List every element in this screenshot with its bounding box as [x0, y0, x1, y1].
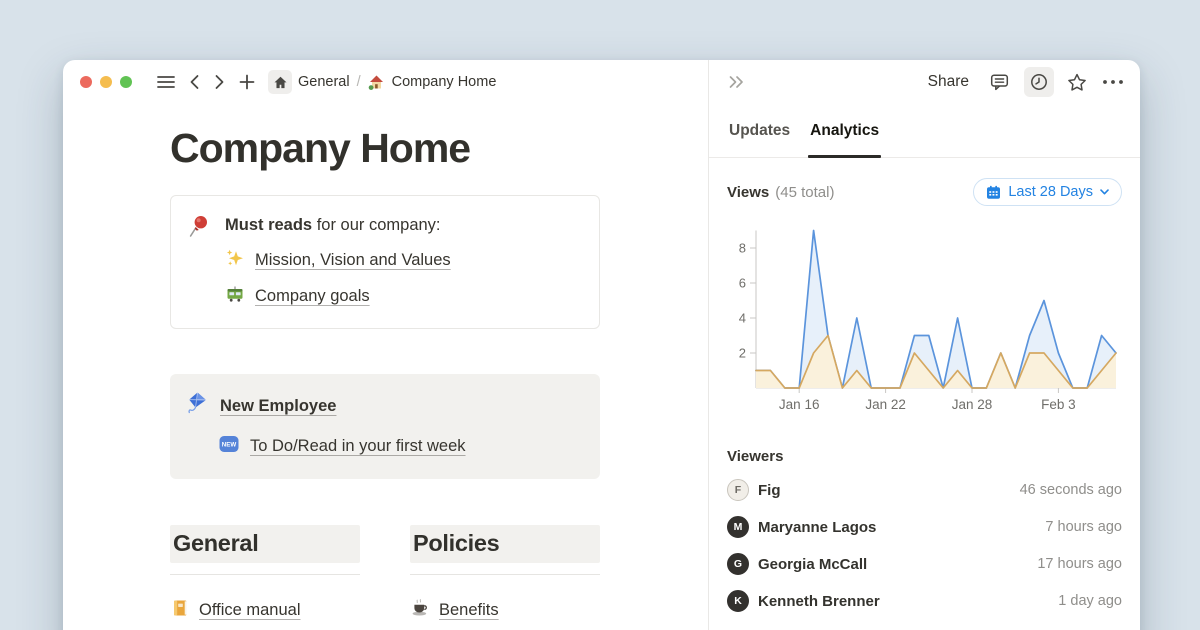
- mission-vision-values-link[interactable]: Mission, Vision and Values: [255, 251, 451, 270]
- pushpin-icon: [186, 213, 212, 309]
- share-button[interactable]: Share: [928, 73, 969, 91]
- y-tick-label: 2: [739, 346, 746, 361]
- viewer-name: Maryanne Lagos: [758, 519, 876, 536]
- home-button[interactable]: [268, 70, 292, 94]
- viewer-row[interactable]: F Fig 46 seconds ago: [727, 478, 1122, 502]
- menu-icon[interactable]: [154, 72, 178, 92]
- updates-history-button[interactable]: [1024, 67, 1054, 97]
- minimize-window-button[interactable]: [100, 76, 112, 88]
- y-tick-label: 6: [739, 276, 746, 291]
- views-chart: 2 4 6 8 Jan 16 Jan 22 Jan 28 Feb 3: [727, 225, 1122, 420]
- new-page-plus-icon[interactable]: [236, 71, 258, 93]
- notion-window: General / Company Home Company Home: [63, 60, 1140, 630]
- company-goals-link[interactable]: Company goals: [255, 287, 370, 306]
- link-columns: General Office manual: [170, 525, 663, 623]
- viewer-row[interactable]: K Kenneth Brenner 1 day ago: [727, 589, 1122, 613]
- comments-icon[interactable]: [989, 72, 1010, 92]
- avatar: K: [727, 590, 749, 612]
- tram-icon: [225, 284, 245, 309]
- breadcrumb-root[interactable]: General: [298, 74, 350, 90]
- forward-icon[interactable]: [211, 71, 228, 93]
- office-manual-link[interactable]: Office manual: [199, 601, 301, 620]
- callout-lead-bold: Must reads: [225, 216, 312, 234]
- date-range-button[interactable]: Last 28 Days: [973, 178, 1122, 206]
- y-tick-label: 8: [739, 241, 746, 256]
- x-tick-label: Jan 16: [779, 397, 820, 412]
- new-employee-link[interactable]: New Employee: [220, 397, 336, 416]
- panel-toolbar: Share: [709, 60, 1140, 104]
- new-badge-icon: NEW: [218, 433, 240, 460]
- callout-lead-rest: for our company:: [312, 216, 440, 234]
- viewer-row[interactable]: M Maryanne Lagos 7 hours ago: [727, 515, 1122, 539]
- maximize-window-button[interactable]: [120, 76, 132, 88]
- house-garden-icon: [368, 74, 385, 91]
- page-title: Company Home: [170, 125, 663, 172]
- close-window-button[interactable]: [80, 76, 92, 88]
- collapse-panel-icon[interactable]: [726, 73, 746, 91]
- viewer-name: Georgia McCall: [758, 556, 867, 573]
- breadcrumb-separator: /: [357, 74, 361, 90]
- new-employee-section: New Employee NEW To Do/Read in your firs…: [170, 374, 600, 479]
- panel-tabs: Updates Analytics: [709, 104, 1140, 158]
- general-heading: General: [170, 525, 360, 563]
- main-area: General / Company Home Company Home: [63, 60, 708, 630]
- x-tick-label: Feb 3: [1041, 397, 1076, 412]
- analytics-panel: Share Updates: [708, 60, 1140, 630]
- back-icon[interactable]: [186, 71, 203, 93]
- todo-first-week-link[interactable]: To Do/Read in your first week: [250, 437, 466, 456]
- callout-link-row: Mission, Vision and Values: [225, 248, 451, 273]
- policies-heading: Policies: [410, 525, 600, 563]
- page-content: Company Home Must reads for our company:: [63, 104, 708, 623]
- new-badge-text: NEW: [222, 442, 237, 449]
- viewers-section: Viewers F Fig 46 seconds ago M Maryanne …: [727, 448, 1122, 613]
- orange-book-icon: [170, 598, 190, 623]
- views-title: Views: [727, 184, 769, 201]
- callout-link-row: Company goals: [225, 284, 451, 309]
- office-manual-row: Office manual: [170, 598, 360, 623]
- sparkles-icon: [225, 248, 245, 273]
- x-tick-label: Jan 28: [952, 397, 993, 412]
- avatar: M: [727, 516, 749, 538]
- benefits-link[interactable]: Benefits: [439, 601, 499, 620]
- divider: [410, 574, 600, 575]
- tab-analytics[interactable]: Analytics: [808, 104, 881, 157]
- tab-updates[interactable]: Updates: [727, 104, 792, 157]
- viewers-title: Viewers: [727, 448, 1122, 465]
- coffee-icon: [410, 598, 430, 623]
- viewer-time: 46 seconds ago: [1020, 482, 1122, 498]
- clock-icon: [1029, 72, 1049, 92]
- home-icon: [273, 75, 288, 90]
- avatar: F: [727, 479, 749, 501]
- y-tick-label: 4: [739, 311, 746, 326]
- kite-icon: [185, 391, 209, 422]
- date-range-label: Last 28 Days: [1008, 184, 1093, 200]
- chevron-down-icon: [1100, 189, 1109, 195]
- x-tick-label: Jan 22: [865, 397, 906, 412]
- viewer-name: Fig: [758, 482, 781, 499]
- views-header: Views (45 total) Last 28 Days: [727, 178, 1122, 206]
- general-column: General Office manual: [170, 525, 360, 623]
- avatar: G: [727, 553, 749, 575]
- views-total: (45 total): [775, 184, 834, 201]
- favorite-star-icon[interactable]: [1066, 72, 1088, 93]
- viewer-time: 17 hours ago: [1037, 556, 1122, 572]
- policies-column: Policies Benefits: [410, 525, 600, 623]
- benefits-row: Benefits: [410, 598, 600, 623]
- divider: [170, 574, 360, 575]
- viewer-row[interactable]: G Georgia McCall 17 hours ago: [727, 552, 1122, 576]
- viewer-time: 7 hours ago: [1045, 519, 1122, 535]
- more-options-icon[interactable]: [1102, 79, 1124, 85]
- traffic-lights: [80, 76, 132, 88]
- calendar-icon: [986, 185, 1001, 200]
- breadcrumb-page[interactable]: Company Home: [392, 74, 497, 90]
- viewer-time: 1 day ago: [1058, 593, 1122, 609]
- window-topbar: General / Company Home: [63, 60, 708, 104]
- viewer-name: Kenneth Brenner: [758, 593, 880, 610]
- callout-lead-text: Must reads for our company:: [225, 213, 451, 237]
- must-reads-callout: Must reads for our company: Mission, Vis…: [170, 195, 600, 329]
